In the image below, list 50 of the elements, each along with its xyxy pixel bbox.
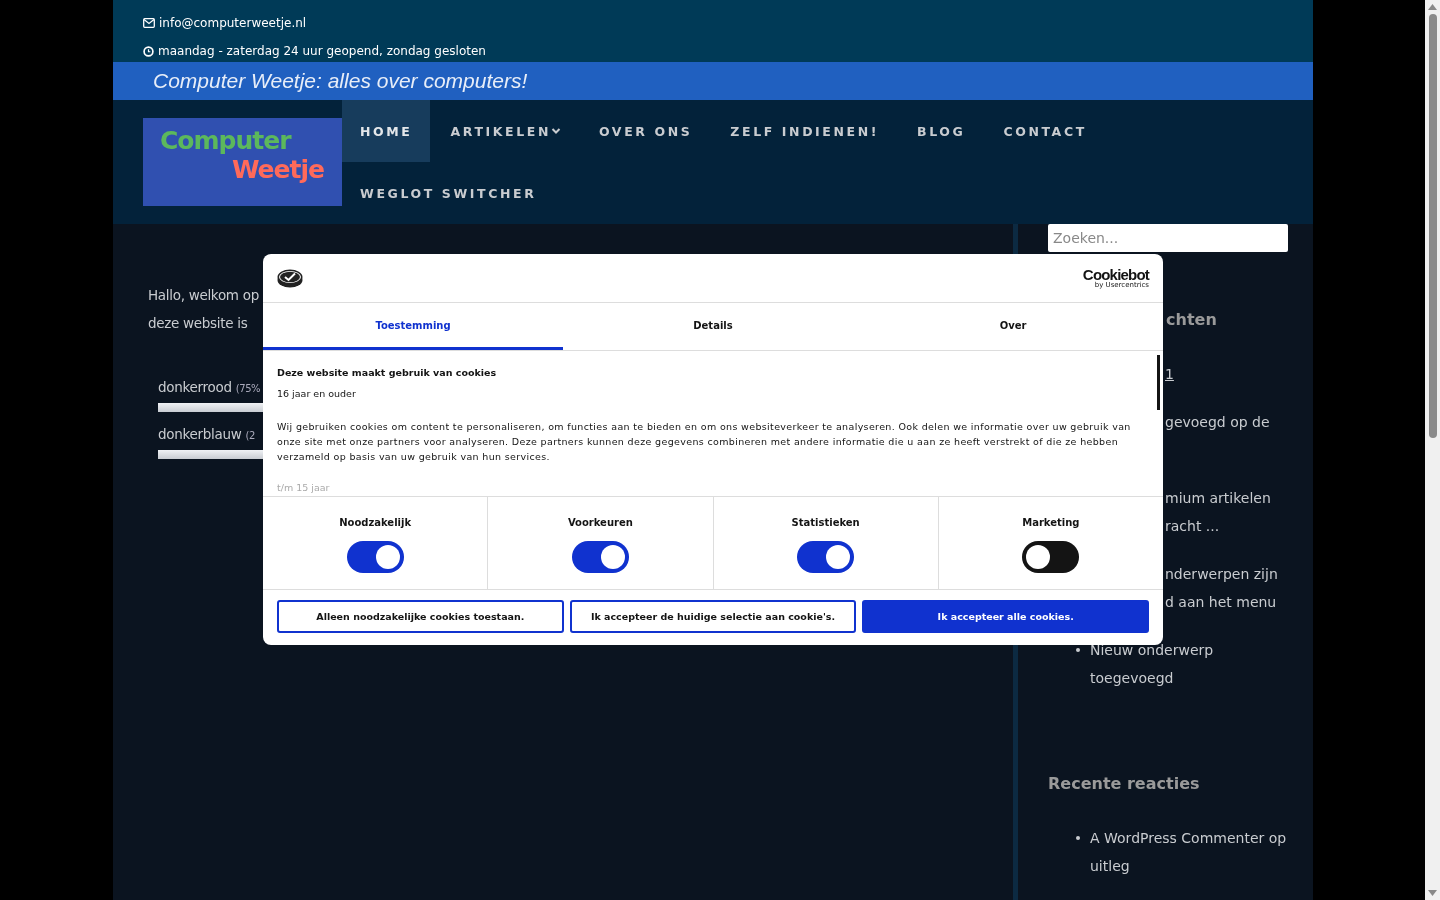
widget-heading: chten <box>1166 310 1218 330</box>
toggle-switch[interactable] <box>1022 541 1080 573</box>
post-link[interactable]: gevoegd op de <box>1165 408 1270 436</box>
nav-link[interactable]: HOME <box>342 100 431 162</box>
widget-heading: Recente reacties <box>1048 774 1201 794</box>
bullet-icon <box>1076 836 1080 840</box>
consent-button[interactable]: Ik accepteer alle cookies. <box>862 600 1149 633</box>
nav-link[interactable]: CONTACT <box>985 100 1105 162</box>
toggle-label: Statistieken <box>791 517 860 528</box>
comment-link[interactable]: A WordPress Commenter op uitleg <box>1090 824 1290 880</box>
toggle-switch[interactable] <box>346 541 404 573</box>
intro-text: deze website is <box>148 314 248 333</box>
nav-link[interactable]: ZELF INDIENEN! <box>712 100 898 162</box>
intro-text: Hallo, welkom op <box>148 286 259 305</box>
opening-hours: maandag - zaterdag 24 uur geopend, zondag gesloten <box>158 44 486 58</box>
age-label: 16 jaar en ouder <box>277 388 357 399</box>
cookie-check-icon <box>277 268 303 288</box>
consent-button[interactable]: Ik accepteer de huidige selectie aan cookie's. <box>569 600 857 633</box>
logo-text: Computer <box>159 125 293 155</box>
poll-option: donkerrood <box>158 379 232 395</box>
tagline: Computer Weetje: alles over computers! <box>153 69 528 93</box>
brand-logo-text: Cookiebot <box>1082 267 1149 282</box>
nav-link[interactable]: BLOG <box>899 100 984 162</box>
post-link[interactable]: 1 <box>1165 360 1174 388</box>
poll-percentage: (2 <box>245 430 255 441</box>
envelope-icon <box>143 18 155 28</box>
toggle-label: Marketing <box>1022 517 1080 528</box>
post-link[interactable]: mium artikelen racht ... <box>1165 484 1271 540</box>
cookie-description: Wij gebruiken cookies om content te personaliseren, om functies aan te bieden en om ons websiteverkeer te analyseren. Ook delen we informatie over uw gebruik van onze site met onze partners voor analyseren. Deze partners kunnen deze gegevens combineren met andere informatie die u aan ze heeft verstrekt of die ze hebben verzameld op basis van uw gebruik van hun services. <box>277 420 1132 464</box>
nav-link[interactable]: OVER ONS <box>581 100 711 162</box>
dialog-title: Deze website maakt gebruik van cookies <box>277 367 498 378</box>
toggle-label: Voorkeuren <box>567 517 633 528</box>
toggle-label: Noodzakelijk <box>339 517 412 528</box>
age-label: t/m 15 jaar <box>277 482 331 493</box>
poll-option: donkerblauw <box>158 426 242 442</box>
scrollbar[interactable] <box>1425 0 1440 900</box>
clock-icon <box>143 45 154 57</box>
nav-link[interactable]: ARTIKELEN <box>432 100 579 162</box>
toggle-switch[interactable] <box>571 541 629 573</box>
nav-link[interactable]: WEGLOT SWITCHER <box>342 162 555 224</box>
poll-percentage: (75% <box>235 383 261 394</box>
search-field[interactable]: Zoeken... <box>1048 224 1288 252</box>
email-link[interactable]: info@computerweetje.nl <box>159 16 307 30</box>
toggle-switch[interactable] <box>797 541 855 573</box>
scroll-up-icon[interactable] <box>1428 4 1437 10</box>
scroll-down-icon[interactable] <box>1428 890 1437 896</box>
logo-text: Weetje <box>231 155 325 184</box>
consent-button[interactable]: Alleen noodzakelijke cookies toestaan. <box>277 600 564 633</box>
scrollbar[interactable] <box>1157 355 1160 410</box>
post-link[interactable]: nderwerpen zijn d aan het menu <box>1165 560 1278 616</box>
